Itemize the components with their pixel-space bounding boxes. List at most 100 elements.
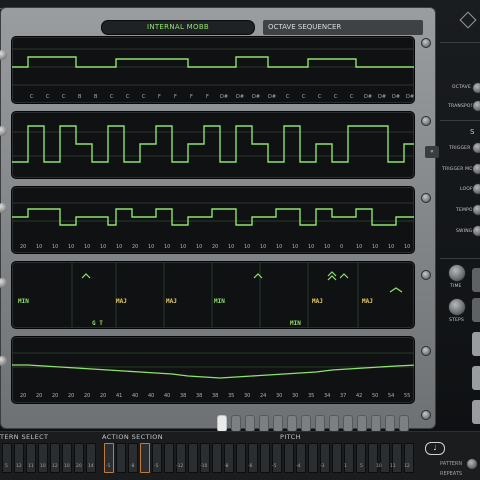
pattern-knob[interactable] (421, 410, 431, 420)
lane-1-step-label: C (30, 94, 34, 100)
lane-5-step-label: 24 (260, 393, 267, 399)
chord-label: MIN (290, 320, 301, 327)
action-key[interactable] (164, 443, 174, 473)
tempo-knob[interactable] (472, 204, 480, 216)
note-button[interactable]: ♩ (425, 442, 445, 455)
pattern-label: PATTERN (440, 461, 463, 467)
lane-modulation[interactable]: 20 20 20 20 20 20 41 40 40 40 38 38 38 3… (11, 336, 415, 404)
lane-5-step-label: 42 (356, 393, 363, 399)
lane-note-sequence[interactable]: C C C B B C C C F F F F D# D# D# D# C C … (11, 36, 415, 104)
time-label: TIME (450, 284, 462, 289)
loop-label: LOOP (460, 187, 473, 192)
key-value: 11 (28, 464, 34, 469)
pattern-button[interactable] (287, 415, 297, 432)
lane-4-right-knob[interactable] (421, 270, 431, 280)
pitch-key[interactable] (284, 443, 294, 473)
lane-chords[interactable]: MIN MAJ MAJ MIN MAJ MAJ MIN G T (11, 261, 415, 329)
lane-3-knob[interactable] (0, 203, 7, 213)
pitch-title: PITCH (280, 433, 301, 441)
lane-2-knob[interactable] (0, 126, 7, 136)
pitch-key[interactable] (260, 443, 270, 473)
lane-1-step-label: D# (220, 94, 229, 100)
time-knob[interactable] (448, 264, 466, 282)
side-button[interactable] (472, 268, 480, 292)
trigger-mode-knob[interactable] (472, 163, 480, 175)
side-button[interactable] (472, 332, 480, 356)
pattern-button[interactable] (231, 415, 241, 432)
lane-1-step-label: F (190, 94, 193, 100)
divider (440, 120, 480, 121)
lane-4-knob[interactable] (0, 278, 7, 288)
trigger-by-knob[interactable] (472, 142, 480, 154)
key-value: 12 (404, 464, 410, 469)
lane-5-step-label: 20 (20, 393, 27, 399)
lane-1-step-label: B (78, 94, 82, 100)
collapse-arrow-button[interactable]: « (425, 146, 439, 158)
lane-5-step-label: 37 (340, 393, 347, 399)
side-button[interactable] (472, 366, 480, 390)
lane-1-step-label: C (350, 94, 354, 100)
lane-3-step-label: 10 (356, 244, 363, 250)
transpose-knob[interactable] (472, 100, 480, 112)
pattern-button[interactable] (315, 415, 325, 432)
lane-1-step-label: C (62, 94, 66, 100)
lane-5-step-label: 20 (52, 393, 59, 399)
lane-3-step-label: 10 (180, 244, 187, 250)
lane-3-step-label: 10 (228, 244, 235, 250)
loop-knob[interactable] (472, 183, 480, 195)
lane-5-step-label: 30 (244, 393, 251, 399)
pattern-button[interactable] (385, 415, 395, 432)
pattern-button[interactable] (357, 415, 367, 432)
pattern-button-active[interactable] (217, 415, 227, 432)
pitch-key[interactable] (308, 443, 318, 473)
lane-gate-pattern[interactable] (11, 111, 415, 179)
pattern-button[interactable] (301, 415, 311, 432)
lane-5-right-knob[interactable] (421, 346, 431, 356)
side-button[interactable] (472, 400, 480, 424)
divider (440, 42, 480, 43)
lane-1-right-knob[interactable] (421, 38, 431, 48)
side-button[interactable] (472, 298, 480, 322)
octave-knob[interactable] (472, 82, 480, 94)
lane-3-step-label: 10 (36, 244, 43, 250)
steps-label: STEPS (449, 318, 465, 323)
pitch-key[interactable] (188, 443, 198, 473)
swing-knob[interactable] (472, 225, 480, 237)
lane-1-step-label: C (126, 94, 130, 100)
lane-1-step-label: C (334, 94, 338, 100)
pitch-key[interactable] (236, 443, 246, 473)
pattern-button[interactable] (273, 415, 283, 432)
pattern-button[interactable] (329, 415, 339, 432)
lane-4-graph (71, 262, 403, 328)
pattern-button[interactable] (245, 415, 255, 432)
pattern-button[interactable] (399, 415, 409, 432)
chord-label: MAJ (362, 298, 373, 305)
key-value: 5 (360, 464, 363, 469)
pattern-button[interactable] (371, 415, 381, 432)
key-value: 1 (344, 464, 347, 469)
lane-5-step-label: 41 (116, 393, 123, 399)
action-key[interactable] (116, 443, 126, 473)
lane-1-step-label: D# (364, 94, 373, 100)
chord-label: MAJ (312, 298, 323, 305)
pattern-knob[interactable] (466, 458, 478, 470)
lane-velocity[interactable]: 20 10 10 10 10 10 10 20 10 10 10 10 20 1… (11, 186, 415, 254)
divider (440, 258, 480, 259)
pattern-button[interactable] (259, 415, 269, 432)
steps-knob[interactable] (448, 298, 466, 316)
lane-1-knob[interactable] (0, 50, 7, 60)
pitch-key[interactable] (332, 443, 342, 473)
lane-3-right-knob[interactable] (421, 193, 431, 203)
lane-1-step-label: C (142, 94, 146, 100)
lane-5-step-label: 30 (292, 393, 299, 399)
lane-3-step-label: 10 (148, 244, 155, 250)
preset-display[interactable]: INTERNAL MOBB (101, 20, 255, 35)
lane-5-knob[interactable] (0, 356, 7, 366)
action-key[interactable] (140, 443, 150, 473)
key-value: -8 (224, 464, 229, 469)
pitch-key[interactable] (212, 443, 222, 473)
key-value: 10 (40, 464, 46, 469)
lane-2-right-knob[interactable] (421, 116, 431, 126)
lane-5-step-label: 38 (196, 393, 203, 399)
pattern-button[interactable] (343, 415, 353, 432)
